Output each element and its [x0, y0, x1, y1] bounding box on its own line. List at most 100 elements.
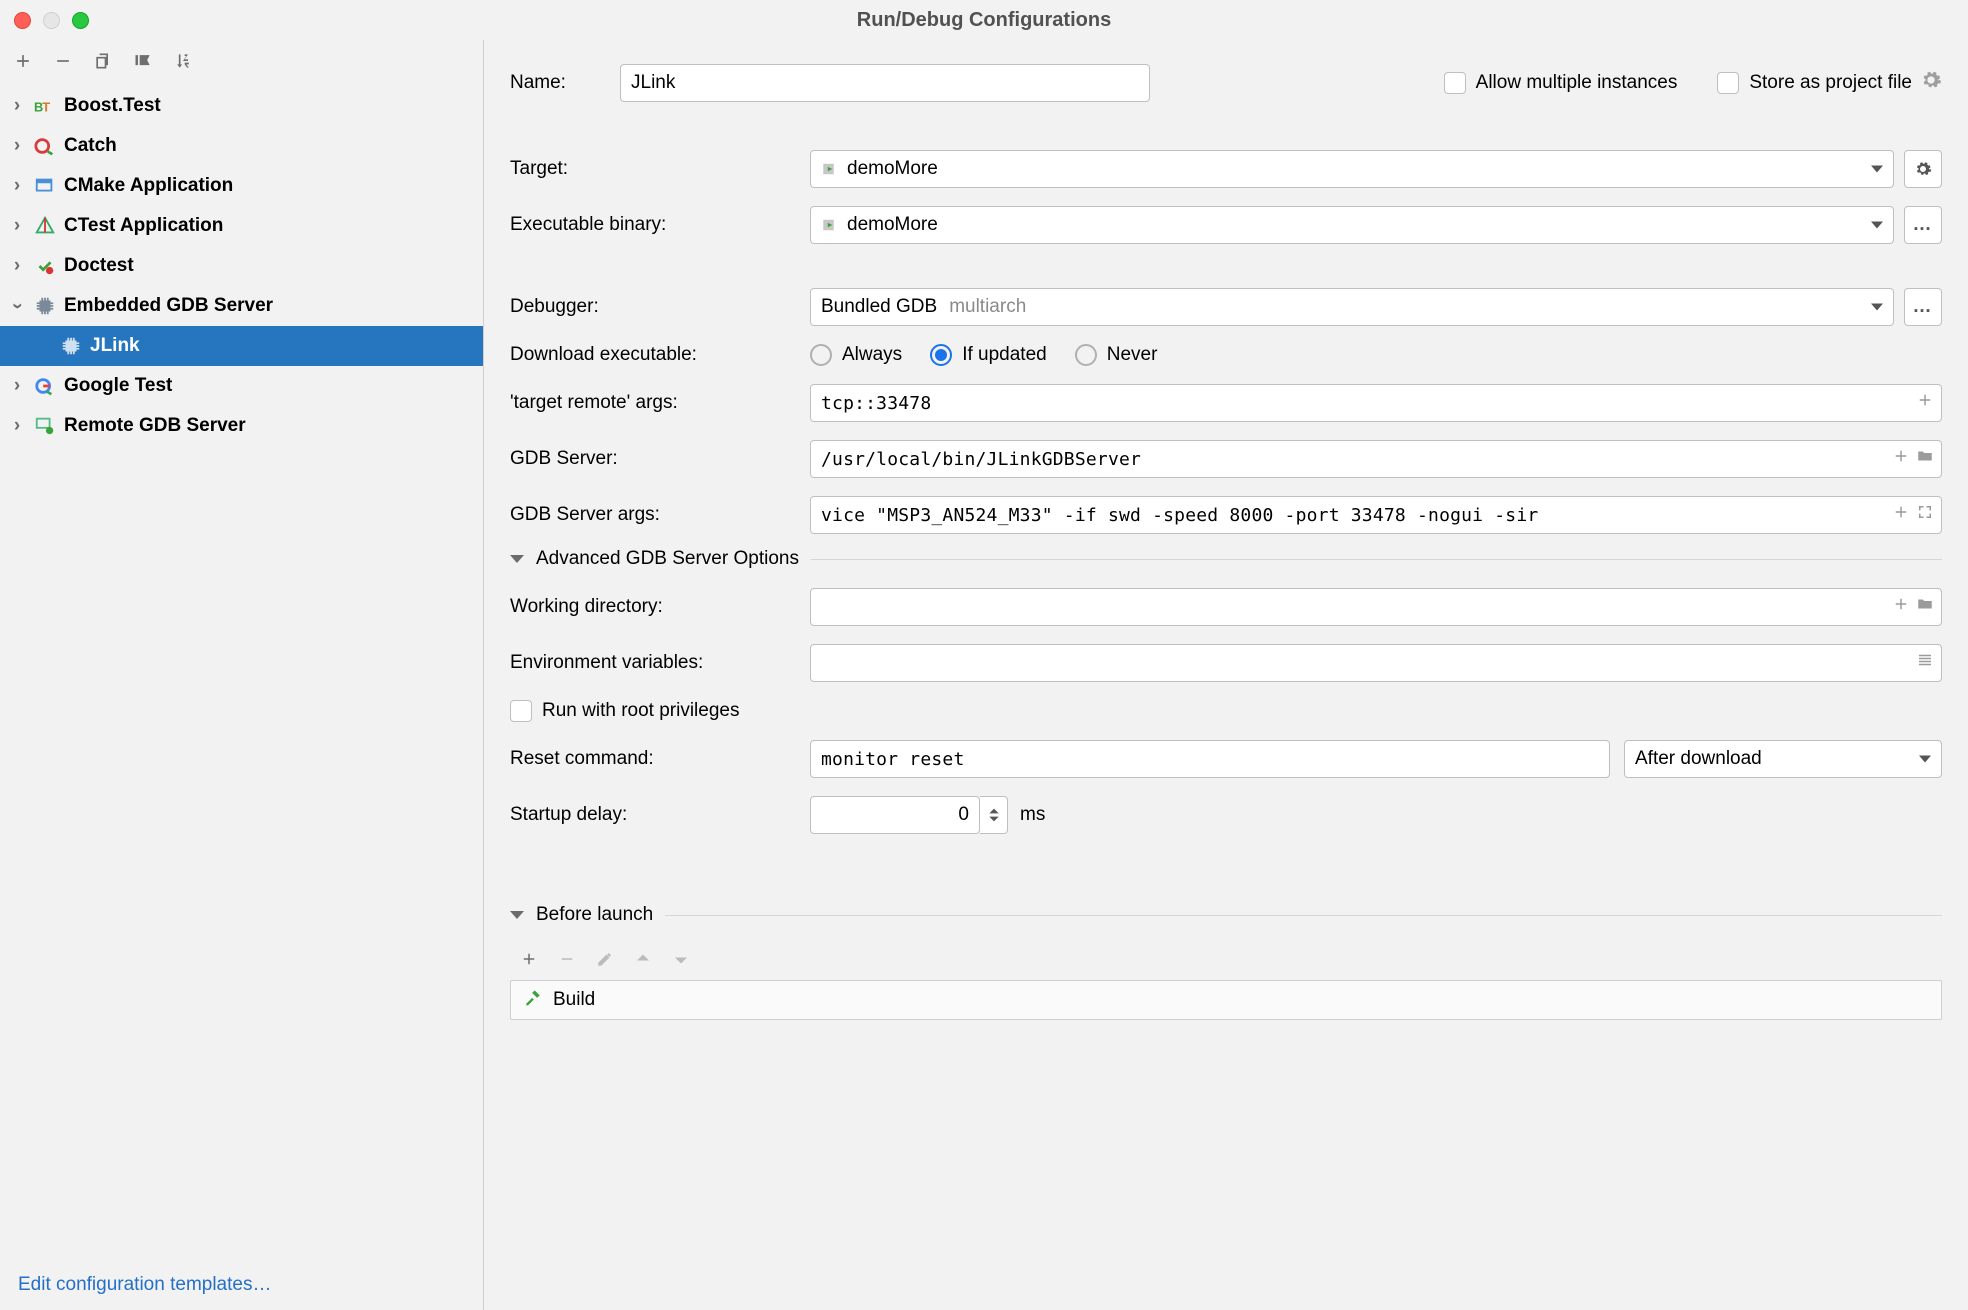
- executable-select[interactable]: demoMore: [810, 206, 1894, 244]
- add-config-icon[interactable]: [12, 50, 34, 72]
- tree-item-embedded-gdb-server[interactable]: › Embedded GDB Server: [0, 286, 483, 326]
- chip-icon: [34, 295, 56, 317]
- tree-item-boost-test[interactable]: › BT Boost.Test: [0, 86, 483, 126]
- working-dir-label: Working directory:: [510, 596, 810, 618]
- working-dir-field[interactable]: [810, 588, 1942, 626]
- tree-item-remote-gdb-server[interactable]: › Remote GDB Server: [0, 406, 483, 446]
- window-close-button[interactable]: [14, 12, 31, 29]
- add-task-icon[interactable]: [520, 950, 538, 974]
- hammer-icon: [523, 987, 543, 1013]
- browse-folder-icon[interactable]: [1916, 447, 1934, 471]
- tree-item-label: CTest Application: [64, 215, 223, 237]
- insert-macro-icon[interactable]: [1892, 447, 1910, 471]
- window-zoom-button[interactable]: [72, 12, 89, 29]
- checkbox-label: Run with root privileges: [542, 700, 739, 722]
- store-project-file-checkbox[interactable]: Store as project file: [1717, 72, 1912, 94]
- tree-item-label: JLink: [90, 335, 140, 357]
- expand-field-icon[interactable]: [1916, 503, 1934, 527]
- tree-item-doctest[interactable]: › Doctest: [0, 246, 483, 286]
- root-privileges-checkbox[interactable]: Run with root privileges: [510, 700, 739, 722]
- insert-macro-icon[interactable]: [1916, 391, 1934, 415]
- sort-alpha-icon[interactable]: [172, 50, 194, 72]
- save-config-icon[interactable]: [132, 50, 154, 72]
- executable-more-button[interactable]: …: [1904, 206, 1942, 244]
- gdb-server-args-field[interactable]: [810, 496, 1942, 534]
- before-launch-toggle[interactable]: Before launch: [510, 904, 1942, 926]
- advanced-header: Advanced GDB Server Options: [536, 548, 799, 570]
- startup-delay-field[interactable]: [810, 796, 980, 834]
- target-value: demoMore: [847, 158, 938, 180]
- download-if-updated-radio[interactable]: If updated: [930, 344, 1047, 366]
- target-label: Target:: [510, 158, 810, 180]
- radio-icon: [810, 344, 832, 366]
- tree-item-label: Boost.Test: [64, 95, 161, 117]
- insert-macro-icon[interactable]: [1892, 503, 1910, 527]
- triangle-down-icon: [510, 555, 524, 563]
- radio-label: If updated: [962, 344, 1047, 366]
- download-always-radio[interactable]: Always: [810, 344, 902, 366]
- tree-item-ctest-application[interactable]: › CTest Application: [0, 206, 483, 246]
- gdb-server-field[interactable]: [810, 440, 1942, 478]
- remote-gdb-icon: [34, 415, 56, 437]
- chevron-down-icon: [1919, 756, 1931, 763]
- debugger-label: Debugger:: [510, 296, 810, 318]
- advanced-section-toggle[interactable]: Advanced GDB Server Options: [510, 548, 1942, 570]
- name-field[interactable]: [620, 64, 1150, 102]
- chevron-down-icon: ›: [6, 297, 28, 315]
- debugger-more-button[interactable]: …: [1904, 288, 1942, 326]
- move-down-icon[interactable]: [672, 950, 690, 974]
- debugger-select[interactable]: Bundled GDB multiarch: [810, 288, 1894, 326]
- remove-task-icon[interactable]: [558, 950, 576, 974]
- tree-item-google-test[interactable]: › Google Test: [0, 366, 483, 406]
- svg-text:T: T: [42, 100, 50, 115]
- ctest-icon: [34, 215, 56, 237]
- doctest-icon: [34, 255, 56, 277]
- titlebar: Run/Debug Configurations: [0, 0, 1968, 40]
- remove-config-icon[interactable]: [52, 50, 74, 72]
- catch-icon: [34, 135, 56, 157]
- download-never-radio[interactable]: Never: [1075, 344, 1158, 366]
- tree-item-label: Google Test: [64, 375, 172, 397]
- chevron-down-icon: [1871, 222, 1883, 229]
- tree-item-catch[interactable]: › Catch: [0, 126, 483, 166]
- env-field[interactable]: [810, 644, 1942, 682]
- copy-config-icon[interactable]: [92, 50, 114, 72]
- edit-task-icon[interactable]: [596, 950, 614, 974]
- startup-delay-stepper[interactable]: [980, 796, 1008, 834]
- separator: [811, 559, 1942, 560]
- executable-value: demoMore: [847, 214, 938, 236]
- radio-icon: [930, 344, 952, 366]
- google-test-icon: [34, 375, 56, 397]
- tree-item-cmake-application[interactable]: › CMake Application: [0, 166, 483, 206]
- move-up-icon[interactable]: [634, 950, 652, 974]
- debugger-value: Bundled GDB: [821, 296, 937, 318]
- target-select[interactable]: demoMore: [810, 150, 1894, 188]
- window-minimize-button[interactable]: [43, 12, 60, 29]
- triangle-down-icon: [510, 911, 524, 919]
- gear-icon[interactable]: [1920, 69, 1942, 97]
- gdb-server-label: GDB Server:: [510, 448, 810, 470]
- env-list-icon[interactable]: [1916, 651, 1934, 675]
- reset-command-field[interactable]: [810, 740, 1610, 778]
- radio-label: Always: [842, 344, 902, 366]
- chevron-down-icon: [1871, 166, 1883, 173]
- insert-macro-icon[interactable]: [1892, 595, 1910, 619]
- remote-args-field[interactable]: [810, 384, 1942, 422]
- chevron-right-icon: ›: [8, 255, 26, 277]
- name-label: Name:: [510, 72, 620, 94]
- target-settings-button[interactable]: [1904, 150, 1942, 188]
- reset-when-select[interactable]: After download: [1624, 740, 1942, 778]
- allow-multiple-checkbox[interactable]: Allow multiple instances: [1444, 72, 1678, 94]
- tree-item-jlink[interactable]: JLink: [0, 326, 483, 366]
- browse-folder-icon[interactable]: [1916, 595, 1934, 619]
- traffic-lights: [14, 12, 89, 29]
- chevron-right-icon: ›: [8, 215, 26, 237]
- before-launch-build-row[interactable]: Build: [510, 980, 1942, 1020]
- debugger-muted: multiarch: [949, 296, 1026, 318]
- download-label: Download executable:: [510, 344, 810, 366]
- sidebar: › BT Boost.Test › Catch › CMake Applicat…: [0, 40, 484, 1310]
- main-panel: Name: Allow multiple instances Store as …: [484, 40, 1968, 1310]
- radio-label: Never: [1107, 344, 1158, 366]
- window-title: Run/Debug Configurations: [0, 9, 1968, 32]
- edit-templates-link[interactable]: Edit configuration templates…: [18, 1274, 271, 1295]
